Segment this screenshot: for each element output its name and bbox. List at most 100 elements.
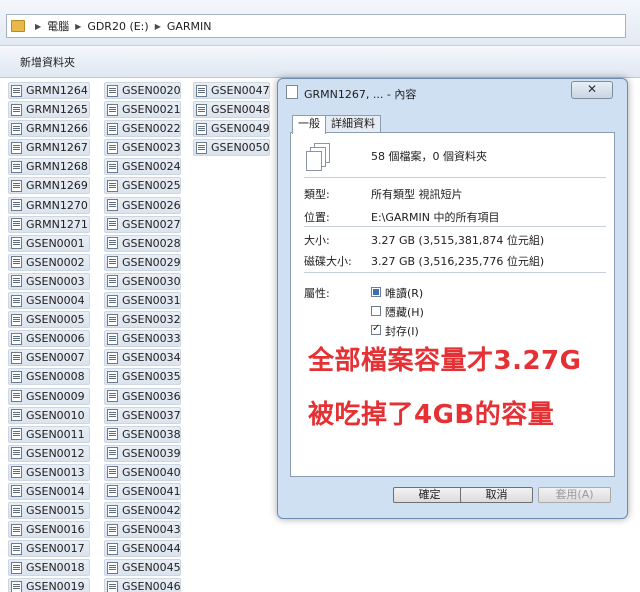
file-column-3: GSEN0047 GSEN0048 GSEN0049 GSEN0050 [193, 82, 270, 158]
file-item[interactable]: GSEN0036 [104, 387, 181, 405]
annotation-line-2: 被吃掉了4GB的容量 [308, 400, 555, 430]
file-item[interactable]: GSEN0045 [104, 559, 181, 577]
video-file-icon [107, 351, 118, 364]
file-item[interactable]: GSEN0028 [104, 234, 181, 252]
address-box[interactable]: ▶ 電腦 ▶ GDR20 (E:) ▶ GARMIN [6, 14, 626, 38]
file-name: GSEN0008 [26, 370, 85, 384]
file-item[interactable]: GSEN0002 [8, 253, 90, 271]
file-item[interactable]: GSEN0047 [193, 82, 270, 99]
file-item[interactable]: GRMN1269 [8, 177, 90, 195]
file-item[interactable]: GSEN0013 [8, 463, 90, 481]
video-file-icon [107, 84, 118, 97]
file-name: GSEN0026 [122, 198, 181, 212]
file-name: GSEN0004 [26, 294, 85, 308]
file-item[interactable]: GSEN0024 [104, 158, 181, 176]
file-item[interactable]: GRMN1265 [8, 101, 90, 119]
file-item[interactable]: GSEN0038 [104, 425, 181, 443]
readonly-checkbox[interactable] [371, 287, 381, 297]
file-item[interactable]: GSEN0017 [8, 540, 90, 558]
breadcrumb-drive[interactable]: GDR20 (E:) [87, 20, 148, 33]
chevron-right-icon[interactable]: ▶ [155, 22, 161, 31]
file-name: GRMN1269 [26, 179, 88, 193]
file-item[interactable]: GSEN0034 [104, 349, 181, 367]
dialog-titlebar[interactable]: GRMN1267, ... - 內容 ✕ [278, 79, 627, 105]
file-name: GSEN0013 [26, 465, 85, 479]
file-name: GRMN1268 [26, 160, 88, 174]
video-file-icon [11, 332, 22, 345]
file-item[interactable]: GSEN0050 [193, 139, 270, 157]
video-file-icon [11, 199, 22, 212]
video-file-icon [11, 523, 22, 536]
file-item[interactable]: GSEN0021 [104, 101, 181, 119]
file-item[interactable]: GSEN0046 [104, 578, 181, 592]
file-item[interactable]: GSEN0044 [104, 540, 181, 558]
file-item[interactable]: GSEN0003 [8, 272, 90, 290]
file-item[interactable]: GSEN0048 [193, 101, 270, 119]
file-item[interactable]: GSEN0010 [8, 406, 90, 424]
breadcrumb-folder[interactable]: GARMIN [167, 20, 212, 33]
file-item[interactable]: GSEN0030 [104, 272, 181, 290]
file-item[interactable]: GSEN0005 [8, 311, 90, 329]
file-name: GSEN0002 [26, 255, 85, 269]
file-item[interactable]: GSEN0012 [8, 444, 90, 462]
file-item[interactable]: GRMN1264 [8, 82, 90, 99]
breadcrumb-computer[interactable]: 電腦 [47, 18, 69, 34]
file-item[interactable]: GRMN1271 [8, 215, 90, 233]
file-item[interactable]: GSEN0033 [104, 330, 181, 348]
file-item[interactable]: GSEN0007 [8, 349, 90, 367]
file-item[interactable]: GSEN0020 [104, 82, 181, 99]
file-item[interactable]: GSEN0006 [8, 330, 90, 348]
hidden-checkbox[interactable] [371, 306, 381, 316]
file-item[interactable]: GSEN0004 [8, 292, 90, 310]
file-item[interactable]: GSEN0019 [8, 578, 90, 592]
chevron-right-icon[interactable]: ▶ [75, 22, 81, 31]
file-item[interactable]: GSEN0027 [104, 215, 181, 233]
hidden-label[interactable]: 隱藏(H) [385, 304, 424, 320]
file-item[interactable]: GSEN0035 [104, 368, 181, 386]
tab-general[interactable]: 一般 [292, 115, 326, 134]
file-item[interactable]: GSEN0011 [8, 425, 90, 443]
file-item[interactable]: GSEN0032 [104, 311, 181, 329]
file-item[interactable]: GSEN0016 [8, 521, 90, 539]
file-item[interactable]: GSEN0040 [104, 463, 181, 481]
video-file-icon [11, 294, 22, 307]
file-item[interactable]: GSEN0008 [8, 368, 90, 386]
close-button[interactable]: ✕ [571, 81, 613, 99]
file-item[interactable]: GSEN0025 [104, 177, 181, 195]
readonly-label[interactable]: 唯讀(R) [385, 285, 423, 301]
video-file-icon [11, 218, 22, 231]
file-item[interactable]: GSEN0029 [104, 253, 181, 271]
file-name: GSEN0020 [122, 84, 181, 97]
cancel-button[interactable]: 取消 [460, 487, 533, 503]
file-item[interactable]: GRMN1270 [8, 196, 90, 214]
ok-button[interactable]: 確定 [393, 487, 466, 503]
file-item[interactable]: GSEN0031 [104, 292, 181, 310]
file-item[interactable]: GSEN0039 [104, 444, 181, 462]
location-label: 位置: [304, 211, 330, 224]
file-item[interactable]: GSEN0049 [193, 120, 270, 138]
file-item[interactable]: GSEN0022 [104, 120, 181, 138]
archive-checkbox[interactable] [371, 323, 381, 335]
file-item[interactable]: GSEN0043 [104, 521, 181, 539]
file-item[interactable]: GSEN0001 [8, 234, 90, 252]
new-folder-button[interactable]: 新增資料夾 [20, 54, 75, 70]
file-item[interactable]: GSEN0018 [8, 559, 90, 577]
properties-dialog: GRMN1267, ... - 內容 ✕ 一般 詳細資料 58 個檔案，0 個資… [277, 78, 628, 519]
file-item[interactable]: GRMN1268 [8, 158, 90, 176]
file-item[interactable]: GSEN0026 [104, 196, 181, 214]
tab-details[interactable]: 詳細資料 [325, 115, 381, 133]
file-item[interactable]: GSEN0037 [104, 406, 181, 424]
file-item[interactable]: GSEN0009 [8, 387, 90, 405]
file-item[interactable]: GSEN0042 [104, 502, 181, 520]
chevron-right-icon[interactable]: ▶ [35, 22, 41, 31]
apply-button[interactable]: 套用(A) [538, 487, 611, 503]
file-item[interactable]: GRMN1267 [8, 139, 90, 157]
file-item[interactable]: GSEN0041 [104, 482, 181, 500]
file-item[interactable]: GRMN1266 [8, 120, 90, 138]
file-item[interactable]: GSEN0015 [8, 502, 90, 520]
file-count-summary: 58 個檔案，0 個資料夾 [371, 150, 487, 163]
archive-label[interactable]: 封存(I) [385, 323, 419, 339]
file-item[interactable]: GSEN0023 [104, 139, 181, 157]
file-name: GSEN0034 [122, 351, 181, 365]
file-item[interactable]: GSEN0014 [8, 482, 90, 500]
